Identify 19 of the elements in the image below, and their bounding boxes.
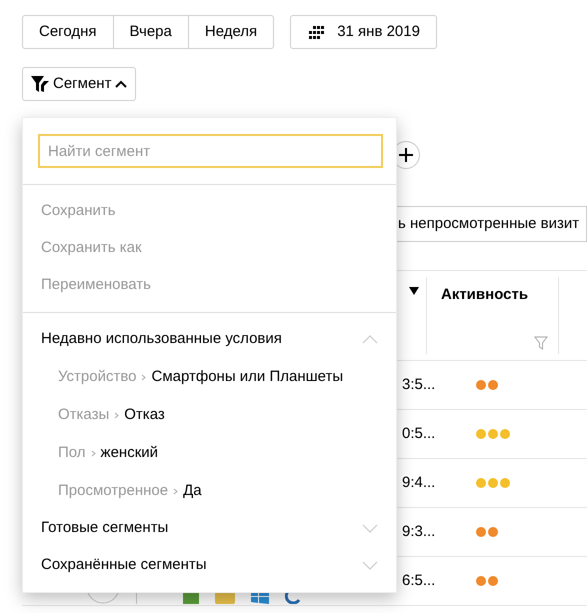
column-header[interactable]: Активность (441, 286, 528, 303)
time-cell-text: 9:3... (401, 522, 436, 542)
condition-value[interactable]: женский (100, 442, 158, 464)
section-header[interactable]: Сохранённые сегменты (41, 554, 207, 577)
section-header[interactable]: Готовые сегменты (41, 517, 168, 540)
condition-value[interactable]: Отказ (124, 404, 165, 426)
segment-button[interactable]: Сегмент (22, 67, 136, 101)
date-range-button[interactable]: Вчера (112, 16, 188, 48)
date-range-button[interactable]: Сегодня (23, 16, 112, 48)
search-field[interactable]: Найти сегмент (38, 134, 383, 168)
time-cell-text: 6:5... (401, 570, 436, 591)
condition-value[interactable]: Смартфоны или Планшеты (151, 366, 344, 388)
time-cell-text: 9:4... (401, 472, 436, 493)
condition-value[interactable]: Да (183, 480, 202, 502)
date-range-button[interactable]: Неделя (188, 16, 274, 48)
date-picker-button[interactable]: 31 янв 2019 (290, 15, 437, 49)
section-header[interactable]: Недавно использованные условия (41, 328, 282, 351)
time-cell-text: 3:5... (401, 374, 436, 395)
time-cell-text: 0:5... (401, 424, 436, 444)
